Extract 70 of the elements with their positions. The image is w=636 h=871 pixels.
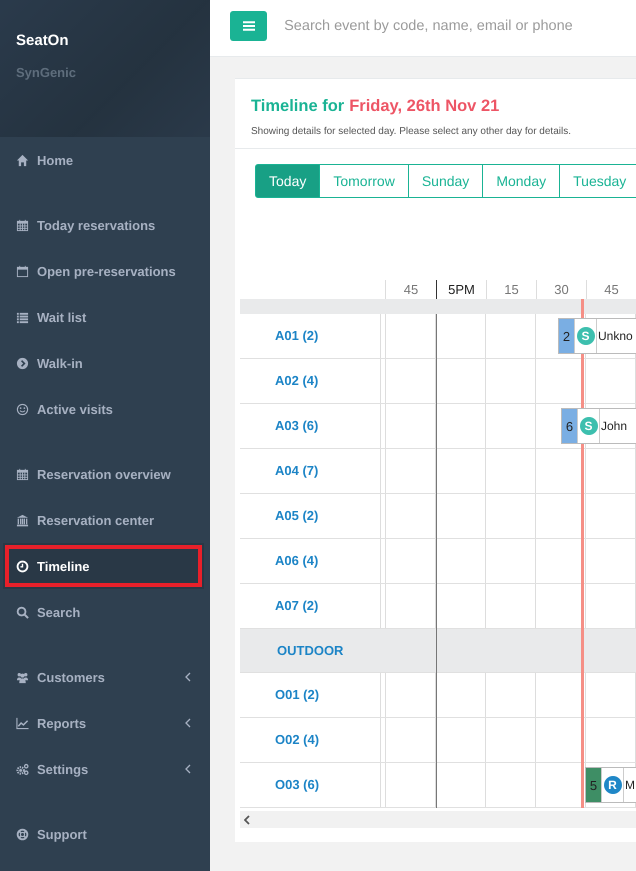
list-icon [16,310,29,324]
booking-block[interactable]: 2 S Unkno [558,318,636,354]
section-title: OUTDOOR [277,643,344,658]
search-icon [16,606,29,618]
table-label[interactable]: A03 (6) [240,404,380,448]
horizontal-scrollbar[interactable] [240,811,636,828]
time-label: 45 [604,282,619,297]
sidebar-item[interactable]: Open pre-reservations [0,248,210,294]
status-badge: R [604,776,622,794]
date-text: Friday, 26th Nov 21 [349,97,500,115]
line-chart-icon [16,716,29,730]
status-badge: S [576,327,594,345]
users-icon [16,670,29,684]
table-label[interactable]: A06 (4) [240,539,380,583]
sidebar-item[interactable]: Timeline [3,543,204,589]
time-label: 30 [554,282,569,297]
sidebar-item[interactable]: Walk-in [0,340,210,386]
sidebar-item[interactable]: Reservation center [0,497,210,543]
time-label: 45 [404,282,418,297]
day-tab[interactable]: Tomorrow [320,164,409,198]
sidebar-item[interactable]: Today reservations [0,202,210,248]
table-label[interactable]: A07 (2) [240,584,380,628]
table-label[interactable]: O01 (2) [240,673,380,717]
sidebar-item[interactable]: Reservation overview [0,451,210,497]
booking-block[interactable]: 6 S John [561,408,636,444]
company-name: SynGenic [16,65,77,80]
guest-name: Unkno [597,328,633,345]
party-size: 5 [586,768,601,802]
guest-name: M [624,777,635,794]
party-size: 2 [559,319,574,353]
sidebar-item[interactable]: Reports [0,700,210,746]
sidebar-item[interactable]: Search [0,589,210,635]
play-circle-icon [16,356,29,370]
guest-name: John [600,418,628,435]
day-tab[interactable]: Monday [483,164,560,198]
party-size: 6 [562,409,577,443]
day-tab[interactable]: Today [255,164,320,198]
calendar-icon [16,218,29,232]
gears-icon [16,762,29,776]
sidebar-item[interactable]: Active visits [0,386,210,432]
smiley-icon [16,402,29,416]
bank-icon [16,514,29,526]
day-tab[interactable]: Tuesday [560,164,636,198]
sidebar-item[interactable]: Customers [0,654,210,700]
calendar-icon [16,264,29,278]
lifebuoy-icon [16,828,29,840]
day-tab[interactable]: Sunday [408,164,484,198]
brand-name: SeatOn [16,32,70,51]
menu-icon [242,20,255,30]
table-label[interactable]: A05 (2) [240,494,380,538]
home-icon [16,154,29,166]
table-label[interactable]: A04 (7) [240,449,380,493]
sidebar-item[interactable]: Settings [0,746,210,792]
table-label[interactable]: O02 (4) [240,718,380,762]
table-label[interactable]: O03 (6) [240,763,380,807]
status-badge: S [580,417,598,435]
time-label: 5PM [448,282,475,297]
booking-block[interactable]: 5 R M [585,767,636,803]
clock-icon [16,560,29,572]
menu-button[interactable] [230,10,268,40]
calendar-icon [16,468,29,480]
scroll-left-icon[interactable] [244,814,250,824]
sidebar-item[interactable]: Support [0,811,210,857]
table-label[interactable]: A02 (4) [240,359,380,403]
table-label[interactable]: A01 (2) [240,314,380,358]
sidebar-item[interactable]: Wait list [0,294,210,340]
title-text: Timeline for [251,97,344,115]
subtitle-text: Showing details for selected day. Please select any other day for details. [250,126,572,137]
time-label: 15 [504,282,519,297]
sidebar-item[interactable]: Home [0,137,210,183]
